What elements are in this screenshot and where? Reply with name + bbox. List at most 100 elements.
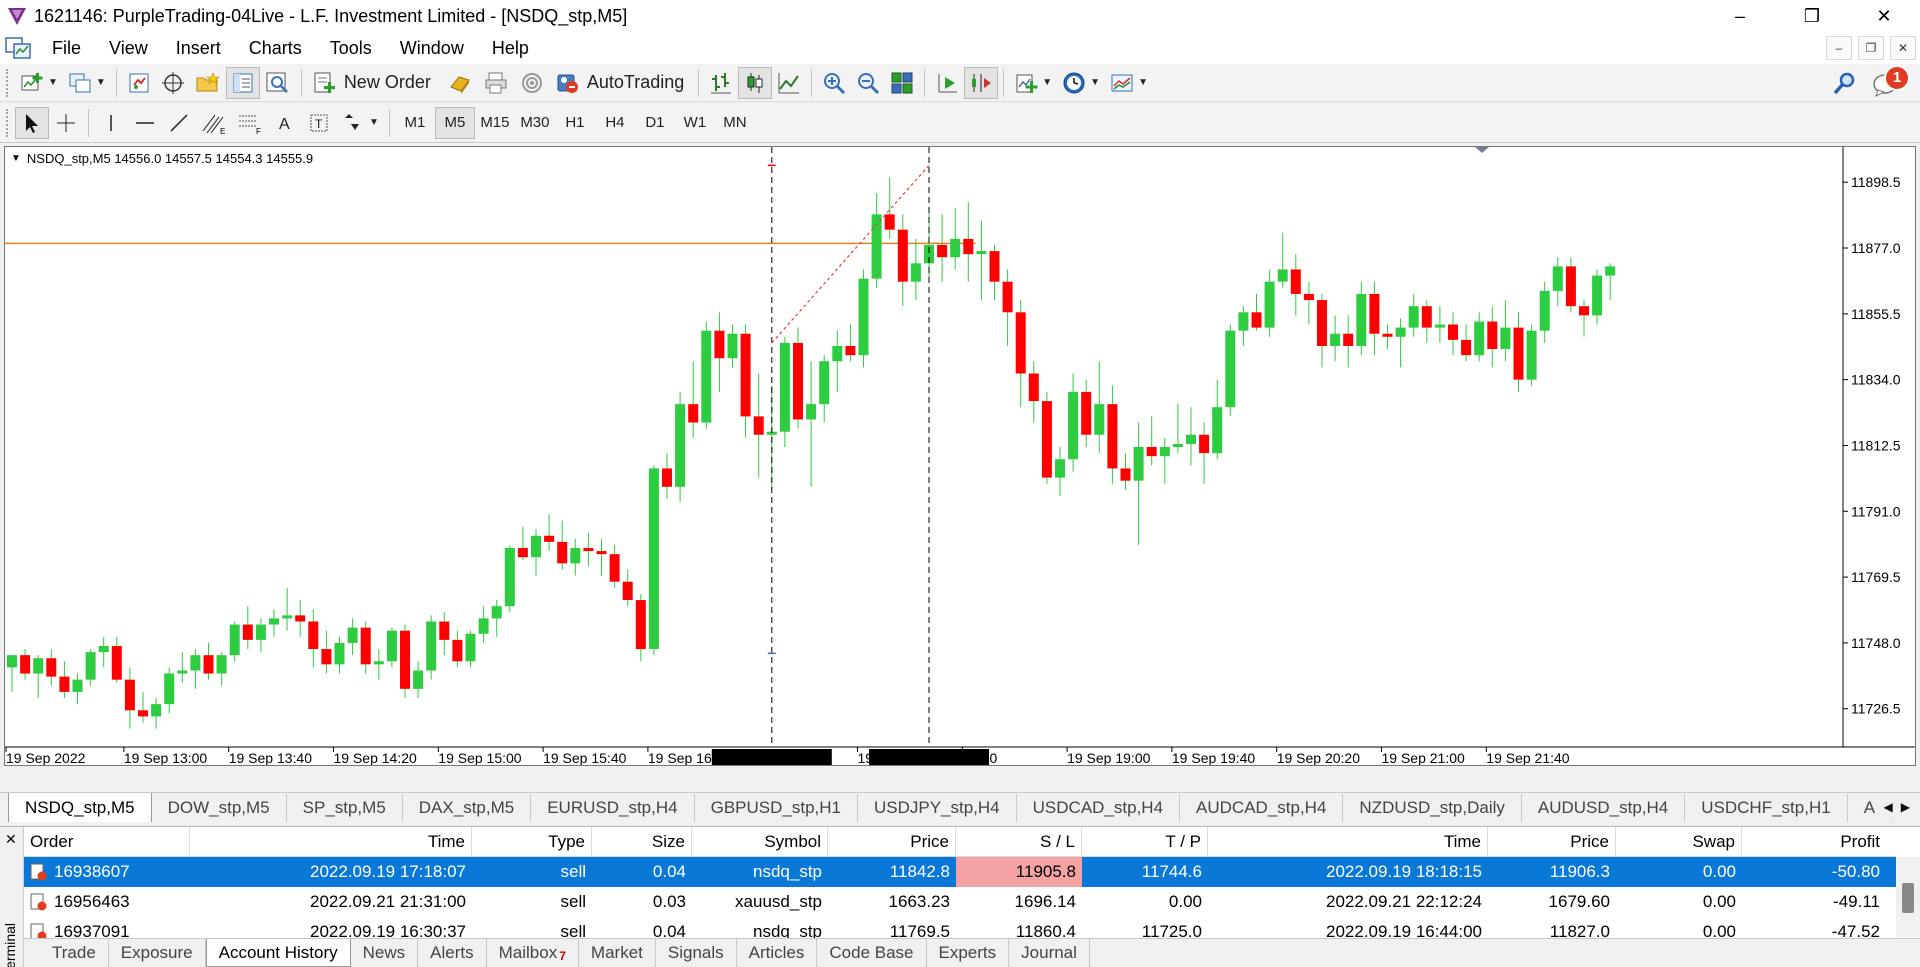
navigator-button[interactable] [190, 67, 226, 99]
crosshair-button[interactable] [49, 107, 83, 139]
new-chart-button[interactable]: ▼ [15, 67, 63, 99]
arrows-button[interactable]: ▼ [336, 107, 384, 139]
table-row[interactable]: 16938607 2022.09.19 17:18:07 sell 0.04 n… [24, 857, 1896, 887]
chart-window-icon[interactable] [4, 35, 32, 61]
timeframe-mn[interactable]: MN [715, 107, 755, 139]
timeframe-m30[interactable]: M30 [515, 107, 555, 139]
col-tp[interactable]: T / P [1082, 827, 1208, 857]
text-label-button[interactable]: T [302, 107, 336, 139]
data-window-button[interactable] [156, 67, 190, 99]
table-row[interactable]: 16956463 2022.09.21 21:31:00 sell 0.03 x… [24, 887, 1896, 917]
new-order-button[interactable]: New Order [307, 67, 442, 99]
chart-tab-nzdusd[interactable]: NZDUSD_stp,Daily [1343, 794, 1522, 822]
autotrading-button[interactable]: AutoTrading [550, 67, 693, 99]
chart-tab-usdjpy[interactable]: USDJPY_stp,H4 [858, 794, 1017, 822]
profiles-button[interactable]: ▼ [63, 67, 111, 99]
col-close-time[interactable]: Time [1208, 827, 1488, 857]
menu-help[interactable]: Help [478, 32, 543, 64]
chart-tab-dax[interactable]: DAX_stp,M5 [403, 794, 532, 822]
tab-trade[interactable]: Trade [40, 939, 109, 967]
fibonacci-button[interactable]: F [232, 107, 268, 139]
tile-windows-button[interactable] [885, 67, 919, 99]
menu-tools[interactable]: Tools [316, 32, 386, 64]
line-chart-button[interactable] [772, 67, 806, 99]
cursor-button[interactable] [15, 106, 49, 139]
strategy-tester-button[interactable] [260, 67, 296, 99]
chart-tab-usdcad[interactable]: USDCAD_stp,H4 [1017, 794, 1181, 822]
terminal-button[interactable] [225, 66, 260, 99]
tab-code-base[interactable]: Code Base [817, 939, 927, 967]
search-icon[interactable] [1832, 70, 1858, 96]
bar-chart-button[interactable] [704, 67, 738, 99]
close-button[interactable]: ✕ [1848, 0, 1920, 32]
toolbar-grip[interactable] [6, 108, 10, 137]
timeframe-h1[interactable]: H1 [555, 107, 595, 139]
timeframe-w1[interactable]: W1 [675, 107, 715, 139]
tab-experts[interactable]: Experts [927, 939, 1010, 967]
col-open-price[interactable]: Price [828, 827, 956, 857]
chart-tab-usdchf[interactable]: USDCHF_stp,H1 [1685, 794, 1848, 822]
tab-account-history[interactable]: Account History [205, 939, 351, 967]
chart-tab-audcad[interactable]: AUDCAD_stp,H4 [1180, 794, 1344, 822]
tab-articles[interactable]: Articles [737, 939, 818, 967]
tab-journal[interactable]: Journal [1009, 939, 1090, 967]
menu-file[interactable]: File [38, 32, 95, 64]
chart-tab-dow[interactable]: DOW_stp,M5 [152, 794, 287, 822]
periods-button[interactable]: ▼ [1057, 67, 1105, 99]
mdi-minimize-button[interactable]: – [1826, 36, 1852, 60]
col-order[interactable]: Order [24, 827, 190, 857]
indicators-button[interactable]: ▼ [1009, 67, 1057, 99]
market-watch-button[interactable] [122, 67, 156, 99]
expert-advisors-button[interactable] [442, 67, 478, 99]
zoom-in-button[interactable] [817, 67, 851, 99]
scrollbar-thumb[interactable] [1902, 883, 1914, 913]
vertical-line-button[interactable] [94, 107, 128, 139]
candlestick-chart[interactable]: 11898.5 11877.0 11855.5 11834.0 11812.5 11791… [5, 147, 1915, 765]
col-size[interactable]: Size [592, 827, 692, 857]
col-open-time[interactable]: Time [190, 827, 472, 857]
tabs-scroll-left-icon[interactable]: ◀ [1884, 800, 1893, 814]
chart-tab-gbpusd[interactable]: GBPUSD_stp,H1 [695, 794, 858, 822]
toolbar-grip[interactable] [6, 68, 10, 97]
timeframe-m15[interactable]: M15 [475, 107, 515, 139]
mdi-close-button[interactable]: ✕ [1890, 36, 1916, 60]
timeframe-h4[interactable]: H4 [595, 107, 635, 139]
timeframe-d1[interactable]: D1 [635, 107, 675, 139]
chart-shift-button[interactable] [964, 66, 999, 99]
col-symbol[interactable]: Symbol [692, 827, 828, 857]
mdi-restore-button[interactable]: ❐ [1858, 36, 1884, 60]
chart-info-toggle-icon[interactable]: ▼ [11, 153, 21, 164]
candlestick-chart-button[interactable] [738, 66, 773, 99]
col-close-price[interactable]: Price [1488, 827, 1616, 857]
col-swap[interactable]: Swap [1616, 827, 1742, 857]
menu-insert[interactable]: Insert [162, 32, 235, 64]
print-button[interactable] [478, 67, 514, 99]
auto-scroll-button[interactable] [930, 67, 964, 99]
tab-exposure[interactable]: Exposure [109, 939, 206, 967]
notifications-button[interactable]: 1 [1872, 64, 1910, 99]
tab-news[interactable]: News [351, 939, 419, 967]
trendline-button[interactable] [162, 107, 196, 139]
tab-signals[interactable]: Signals [656, 939, 737, 967]
zoom-out-button[interactable] [851, 67, 885, 99]
chart-tab-nsdq[interactable]: NSDQ_stp,M5 [8, 793, 152, 822]
table-row[interactable]: 16937091 2022.09.19 16:30:37 sell 0.04 n… [24, 917, 1896, 938]
chart-tab-sp[interactable]: SP_stp,M5 [287, 794, 403, 822]
minimize-button[interactable]: – [1704, 0, 1776, 32]
menu-view[interactable]: View [95, 32, 162, 64]
chart-window[interactable]: 11898.5 11877.0 11855.5 11834.0 11812.5 11791… [4, 146, 1916, 766]
signals-button[interactable] [514, 67, 550, 99]
menu-charts[interactable]: Charts [235, 32, 316, 64]
timeframe-m5[interactable]: M5 [434, 106, 475, 139]
menu-window[interactable]: Window [386, 32, 478, 64]
col-type[interactable]: Type [472, 827, 592, 857]
col-sl[interactable]: S / L [956, 827, 1082, 857]
tabs-scroll-right-icon[interactable]: ▶ [1901, 800, 1910, 814]
maximize-button[interactable]: ❐ [1776, 0, 1848, 32]
terminal-scrollbar[interactable] [1896, 857, 1920, 937]
col-profit[interactable]: Profit [1742, 827, 1886, 857]
tab-mailbox[interactable]: Mailbox 7 [487, 939, 579, 967]
chart-tab-audusd[interactable]: AUDUSD_stp,H4 [1522, 794, 1686, 822]
horizontal-line-button[interactable] [128, 107, 162, 139]
equidistant-channel-button[interactable]: E [196, 107, 232, 139]
